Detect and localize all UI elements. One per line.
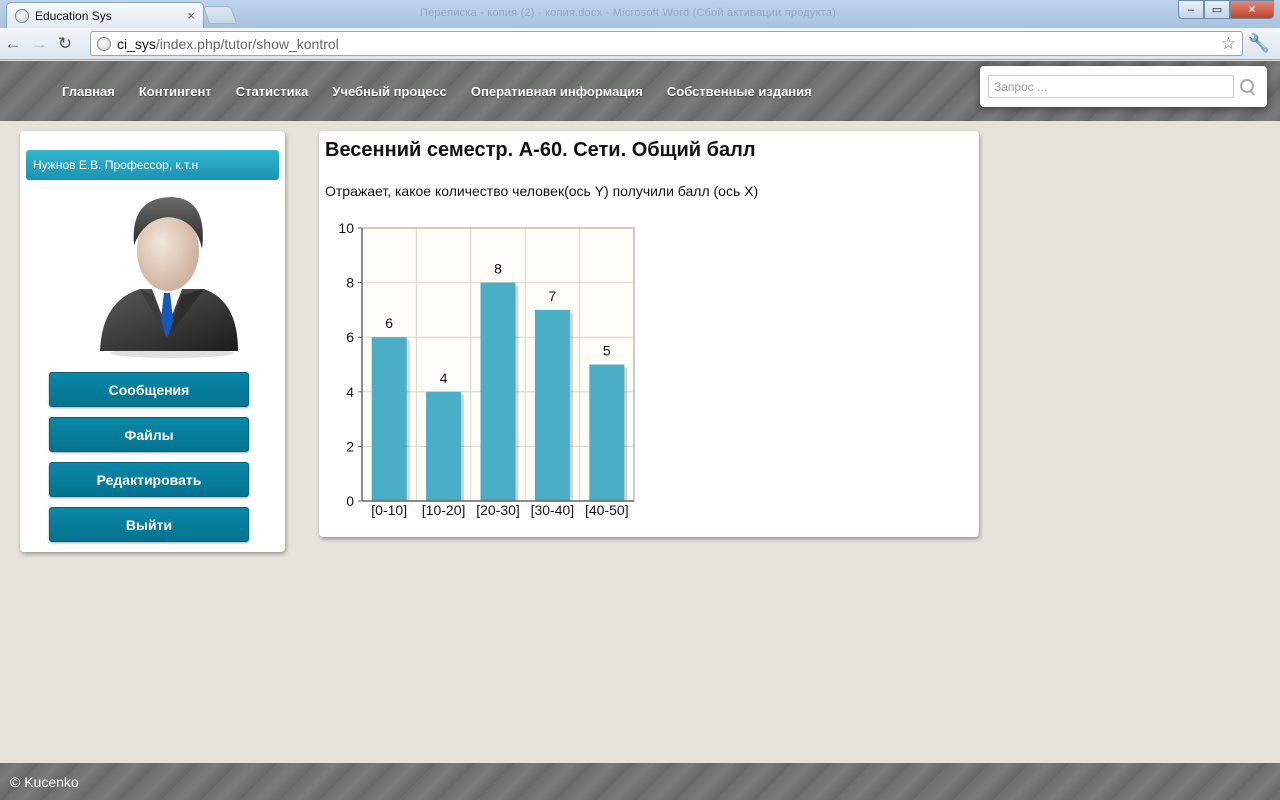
search-icon[interactable] [1240, 78, 1256, 95]
browser-tab[interactable]: Education Sys × [6, 2, 204, 28]
tab-title: Education Sys [35, 8, 112, 23]
bar [426, 391, 462, 501]
bookmark-star-icon[interactable]: ☆ [1221, 34, 1236, 54]
x-tick-label: [20-30] [476, 502, 520, 518]
bar-value-label: 6 [385, 315, 393, 331]
files-button[interactable]: Файлы [49, 417, 249, 452]
copyright-text: © Kucenko [10, 773, 79, 790]
url-text[interactable]: ci_sys/index.php/tutor/show_kontrol [117, 36, 1215, 52]
edit-button[interactable]: Редактировать [49, 462, 249, 497]
search-input[interactable] [988, 75, 1234, 98]
y-tick-label: 8 [346, 275, 354, 291]
new-tab-button[interactable] [202, 6, 238, 24]
forward-button[interactable]: → [26, 34, 52, 54]
menu-item-statistics[interactable]: Статистика [224, 84, 321, 99]
user-name-bar: Нужнов Е.В. Профессор, к.т.н [26, 150, 279, 180]
main-panel: Весенний семестр. А-60. Сети. Общий балл… [319, 131, 979, 537]
close-tab-icon[interactable]: × [187, 8, 195, 23]
bar-value-label: 7 [549, 288, 557, 304]
bar-value-label: 4 [440, 370, 448, 386]
browser-titlebar: Education Sys × Переписка - копия (2) - … [0, 0, 1280, 28]
x-tick-label: [40-50] [585, 502, 629, 518]
reload-button[interactable]: ↻ [52, 34, 78, 54]
window-title: Переписка - копия (2) - копия.docx - Mic… [420, 7, 837, 19]
menu-item-home[interactable]: Главная [50, 84, 127, 99]
messages-button[interactable]: Сообщения [49, 372, 249, 407]
y-tick-label: 0 [346, 493, 354, 509]
page-icon [97, 36, 111, 51]
wrench-icon[interactable]: 🔧 [1248, 33, 1270, 54]
logout-button[interactable]: Выйти [49, 507, 249, 542]
browser-toolbar: ← → ↻ ci_sys/index.php/tutor/show_kontro… [0, 28, 1280, 60]
bar [480, 282, 516, 501]
bar [534, 309, 570, 501]
bar [371, 337, 407, 501]
bar [589, 364, 625, 501]
y-tick-label: 2 [346, 438, 354, 454]
y-tick-label: 4 [346, 384, 354, 400]
maximize-button[interactable]: ▭ [1204, 0, 1230, 19]
x-tick-label: [0-10] [371, 502, 407, 518]
url-path: /index.php/tutor/show_kontrol [155, 35, 339, 52]
menu-item-contingent[interactable]: Контингент [127, 84, 224, 99]
bar-value-label: 5 [603, 343, 611, 359]
y-tick-label: 6 [346, 329, 354, 345]
main-menu: Главная Контингент Статистика Учебный пр… [50, 61, 824, 121]
score-histogram-chart: 6 [0-10] 4 [10-20] 8 [20-30] 7 [30-40] 5 [40-50] 0… [338, 220, 635, 518]
search-box [980, 66, 1267, 107]
window-controls: – ▭ ✕ [1178, 0, 1274, 19]
address-bar[interactable]: ci_sys/index.php/tutor/show_kontrol ☆ [90, 31, 1243, 56]
url-host: ci_sys [117, 35, 156, 52]
y-tick-label: 10 [338, 220, 354, 236]
menu-item-study-process[interactable]: Учебный процесс [320, 84, 459, 99]
menu-item-operative-info[interactable]: Оперативная информация [459, 84, 655, 99]
close-window-button[interactable]: ✕ [1230, 0, 1274, 19]
back-button[interactable]: ← [0, 34, 26, 54]
bar-value-label: 8 [494, 261, 502, 277]
globe-icon [15, 8, 29, 23]
x-tick-label: [30-40] [531, 502, 575, 518]
footer: © Kucenko [0, 763, 1280, 800]
x-tick-label: [10-20] [422, 502, 466, 518]
avatar [100, 197, 238, 358]
minimize-button[interactable]: – [1178, 0, 1204, 19]
profile-panel: Нужнов Е.В. Профессор, к.т.н Сообщения Ф… [20, 131, 285, 552]
menu-item-own-publications[interactable]: Собственные издания [655, 84, 824, 99]
